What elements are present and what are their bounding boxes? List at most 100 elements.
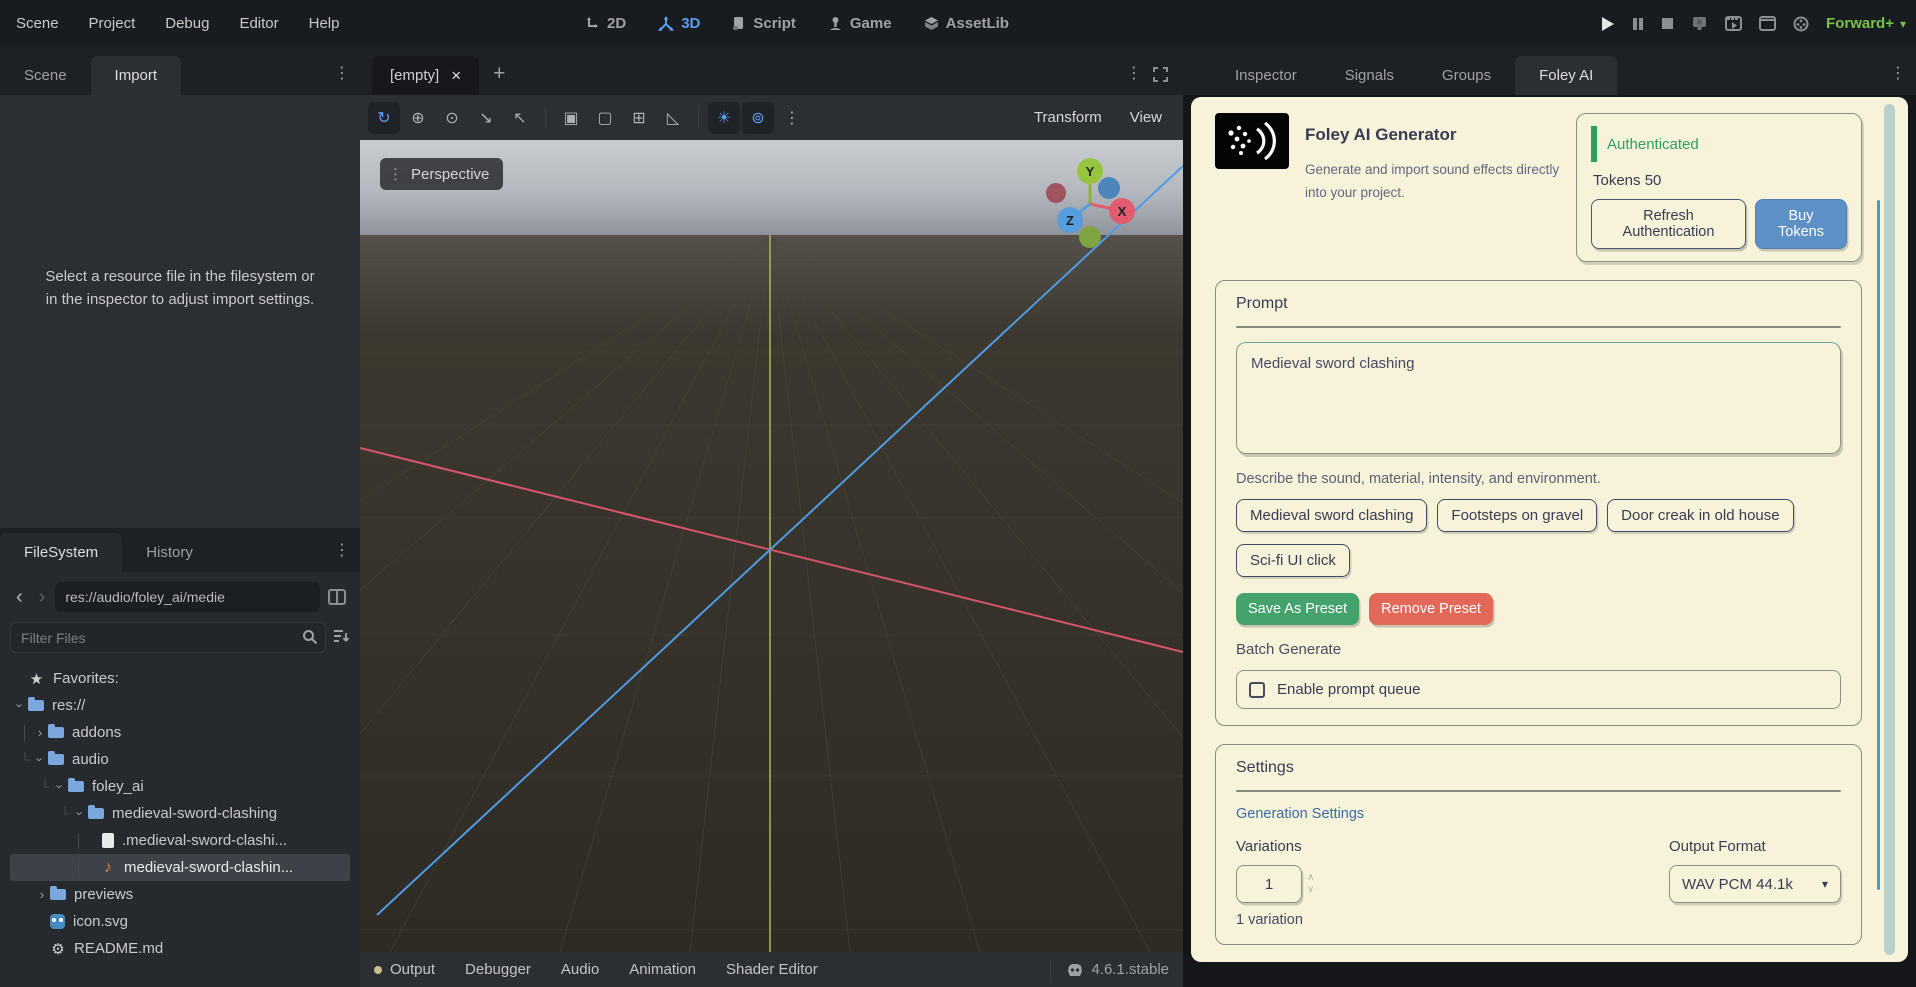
- nav-back-icon[interactable]: ‹: [10, 587, 29, 607]
- expand-arrow-icon[interactable]: ›: [53, 779, 68, 795]
- preset-chip-medieval[interactable]: Medieval sword clashing: [1236, 499, 1427, 532]
- expand-arrow-icon[interactable]: ›: [13, 698, 28, 714]
- dock-menu-icon[interactable]: ⋮: [330, 63, 360, 95]
- preset-chip-door-creak[interactable]: Door creak in old house: [1607, 499, 1793, 532]
- path-field[interactable]: [55, 582, 320, 612]
- preview-sun-icon[interactable]: ☀: [708, 102, 740, 134]
- transform-menu[interactable]: Transform: [1021, 109, 1115, 126]
- save-as-preset-button[interactable]: Save As Preset: [1236, 593, 1359, 625]
- play-custom-scene-button[interactable]: [1759, 16, 1776, 31]
- version-info[interactable]: 4.6.1.stable: [1050, 959, 1169, 981]
- filter-files-input[interactable]: [10, 622, 326, 653]
- bottom-tab-audio[interactable]: Audio: [561, 961, 599, 978]
- stop-button[interactable]: [1661, 17, 1674, 30]
- toggle-split-mode-icon[interactable]: [324, 589, 350, 605]
- ruler-icon[interactable]: ◺: [657, 102, 689, 134]
- dock-menu-icon[interactable]: ⋮: [1886, 63, 1916, 95]
- preset-chip-footsteps[interactable]: Footsteps on gravel: [1437, 499, 1597, 532]
- generation-settings-link[interactable]: Generation Settings: [1236, 806, 1841, 822]
- output-format-dropdown[interactable]: WAV PCM 44.1k ▾: [1669, 865, 1841, 903]
- sort-files-icon[interactable]: [332, 628, 350, 648]
- menu-scene[interactable]: Scene: [16, 15, 59, 32]
- pause-button[interactable]: [1632, 17, 1644, 31]
- remote-debug-icon[interactable]: [1691, 16, 1708, 32]
- workspace-script[interactable]: Script: [732, 15, 796, 32]
- tab-foley-ai[interactable]: Foley AI: [1515, 56, 1617, 95]
- tree-item-foley-ai[interactable]: └ › foley_ai: [10, 773, 350, 800]
- tab-groups[interactable]: Groups: [1418, 56, 1515, 95]
- expand-arrow-icon[interactable]: ›: [33, 752, 48, 768]
- tool-select-icon[interactable]: ↻: [368, 102, 400, 134]
- tab-scene-dock[interactable]: Scene: [0, 56, 91, 95]
- workspace-game[interactable]: Game: [828, 15, 892, 32]
- dock-menu-icon[interactable]: ⋮: [330, 540, 360, 572]
- scene-tab-empty[interactable]: [empty] ×: [372, 56, 479, 95]
- bottom-tab-animation[interactable]: Animation: [629, 961, 696, 978]
- collapse-arrow-icon[interactable]: ›: [34, 887, 50, 902]
- lock-icon[interactable]: ▣: [555, 102, 587, 134]
- movie-maker-icon[interactable]: [1793, 16, 1809, 32]
- enable-queue-checkbox[interactable]: [1249, 682, 1265, 698]
- perspective-menu[interactable]: ⋮ Perspective: [380, 158, 503, 190]
- nav-forward-icon[interactable]: ›: [33, 587, 52, 607]
- tab-signals[interactable]: Signals: [1321, 56, 1418, 95]
- buy-tokens-button[interactable]: Buy Tokens: [1755, 199, 1847, 249]
- menu-debug[interactable]: Debug: [165, 15, 209, 32]
- tool-scale-icon[interactable]: ↘: [470, 102, 502, 134]
- preset-chip-scifi[interactable]: Sci-fi UI click: [1236, 544, 1350, 577]
- bottom-tab-shader-editor[interactable]: Shader Editor: [726, 961, 818, 978]
- bottom-tab-output[interactable]: Output: [390, 961, 435, 978]
- collapse-arrow-icon[interactable]: ›: [32, 725, 48, 740]
- view-axes-gizmo[interactable]: Y X Z: [1032, 146, 1148, 262]
- workspace-2d[interactable]: 2D: [585, 15, 626, 32]
- unlock-icon[interactable]: ▢: [589, 102, 621, 134]
- tab-history[interactable]: History: [122, 533, 217, 572]
- prompt-queue-row[interactable]: Enable prompt queue: [1236, 670, 1841, 709]
- new-scene-tab-button[interactable]: +: [479, 62, 519, 95]
- view-menu[interactable]: View: [1117, 109, 1175, 126]
- tree-item-import-file[interactable]: │ .medieval-sword-clashi...: [10, 827, 350, 854]
- expand-arrow-icon[interactable]: ›: [73, 806, 88, 822]
- tree-item-audio-file-selected[interactable]: │ ♪ medieval-sword-clashin...: [10, 854, 350, 881]
- scene-tabs-menu-icon[interactable]: ⋮: [1122, 63, 1152, 95]
- godot-file-icon: [50, 914, 65, 929]
- tool-move-icon[interactable]: ⊕: [402, 102, 434, 134]
- tool-rotate-icon[interactable]: ⊙: [436, 102, 468, 134]
- stepper-down-icon[interactable]: ∨: [1307, 885, 1314, 895]
- play-scene-button[interactable]: [1725, 16, 1742, 31]
- workspace-3d[interactable]: 3D: [658, 15, 700, 32]
- viewport-3d[interactable]: ⋮ Perspective Y X Z: [360, 140, 1183, 952]
- tree-item-previews[interactable]: › previews: [10, 881, 350, 908]
- menu-editor[interactable]: Editor: [239, 15, 278, 32]
- workspace-assetlib[interactable]: AssetLib: [924, 15, 1009, 32]
- prompt-textarea[interactable]: Medieval sword clashing: [1236, 342, 1841, 454]
- close-icon[interactable]: ×: [451, 67, 461, 84]
- distraction-free-icon[interactable]: [1152, 66, 1183, 95]
- refresh-authentication-button[interactable]: Refresh Authentication: [1591, 199, 1746, 249]
- group-icon[interactable]: ⊞: [623, 102, 655, 134]
- menu-help[interactable]: Help: [309, 15, 340, 32]
- selection-cursor-icon[interactable]: ↖: [504, 102, 536, 134]
- preview-environment-icon[interactable]: ⊚: [742, 102, 774, 134]
- stepper-up-icon[interactable]: ∧: [1307, 873, 1314, 883]
- play-button[interactable]: [1601, 16, 1615, 32]
- tree-item-addons[interactable]: │ › addons: [10, 719, 350, 746]
- tab-filesystem[interactable]: FileSystem: [0, 533, 122, 572]
- tree-item-res[interactable]: › res://: [10, 692, 350, 719]
- tree-item-favorites[interactable]: ★ Favorites:: [10, 665, 350, 692]
- renderer-dropdown[interactable]: Forward+ ▾: [1826, 15, 1906, 32]
- tab-inspector[interactable]: Inspector: [1211, 56, 1321, 95]
- bottom-tab-debugger[interactable]: Debugger: [465, 961, 531, 978]
- toolbar-more-icon[interactable]: ⋮: [776, 102, 808, 134]
- tree-item-audio[interactable]: └ › audio: [10, 746, 350, 773]
- right-dock-tabbar: Inspector Signals Groups Foley AI ⋮: [1183, 47, 1916, 95]
- tree-item-readme[interactable]: ⚙ README.md: [10, 935, 350, 962]
- menu-project[interactable]: Project: [89, 15, 136, 32]
- tree-item-icon-svg[interactable]: icon.svg: [10, 908, 350, 935]
- variations-input[interactable]: [1236, 865, 1302, 903]
- remove-preset-button[interactable]: Remove Preset: [1369, 593, 1493, 625]
- tree-item-medieval-sword-clashing-folder[interactable]: └ › medieval-sword-clashing: [10, 800, 350, 827]
- panel-scrollbar[interactable]: [1884, 104, 1895, 955]
- tab-import-dock[interactable]: Import: [91, 56, 182, 95]
- variations-stepper[interactable]: ∧ ∨: [1307, 873, 1314, 895]
